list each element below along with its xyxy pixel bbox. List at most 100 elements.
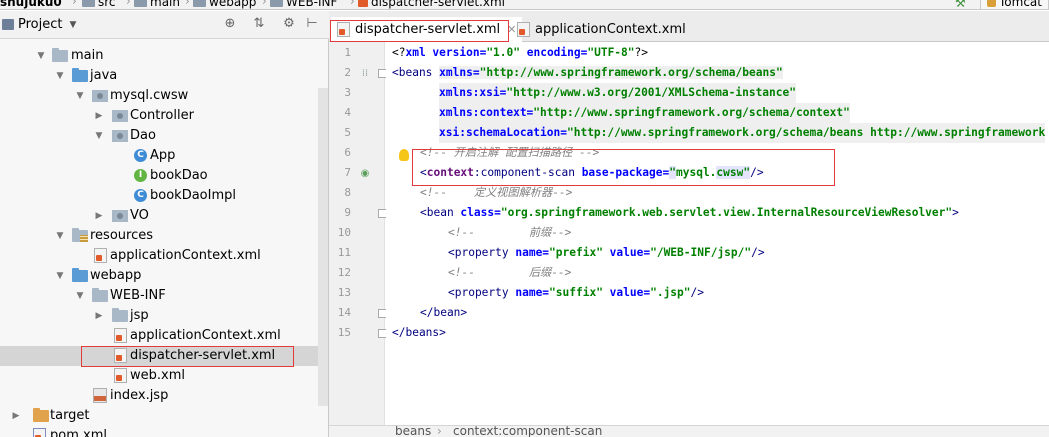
build-hammer-icon[interactable]: ⚒ [955, 0, 966, 9]
tab-applicationcontext[interactable]: applicationContext.xml [511, 17, 692, 42]
breadcrumb-project[interactable]: shujuku0 [0, 0, 62, 9]
chevron-down-icon[interactable]: ▼ [35, 46, 47, 66]
breadcrumb-src[interactable]: src [82, 0, 116, 9]
tree-node-index-jsp[interactable]: index.jsp [0, 386, 318, 406]
code-line-14: </bean> [420, 303, 467, 323]
tree-node-jsp[interactable]: ▶ jsp [0, 306, 318, 326]
token: <beans [392, 66, 440, 79]
spring-bean-gutter-icon[interactable]: ◉ [359, 168, 371, 180]
xml-path-item[interactable]: beans [395, 426, 431, 437]
token: "http://www.springframework.org/schema/b… [566, 126, 1046, 139]
line-number: 15 [337, 326, 351, 339]
token: ".jsp" [650, 286, 691, 299]
package-icon [112, 130, 128, 142]
comment-token: <!-- 开启注解 配置扫描路径 --> [420, 146, 600, 159]
breadcrumb-web-inf[interactable]: WEB-INF [270, 0, 337, 9]
tree-node-label: java [90, 68, 118, 83]
tree-node-app[interactable]: C App [0, 146, 318, 166]
class-icon: C [134, 189, 147, 202]
token: "1.0" [486, 46, 520, 59]
breadcrumb-label: src [98, 0, 116, 9]
tree-node-label: mysql.cwsw [110, 88, 189, 103]
tree-node-dao[interactable]: ▼ Dao [0, 126, 318, 146]
tree-node-vo[interactable]: ▶ VO [0, 206, 318, 226]
project-view-selector[interactable]: Project ▼ [2, 17, 76, 32]
hide-panel-icon[interactable]: ⊢ [304, 16, 320, 32]
tree-node-web-inf[interactable]: ▼ WEB-INF [0, 286, 318, 306]
xml-file-icon [358, 0, 368, 7]
chevron-down-icon[interactable]: ▼ [54, 266, 66, 286]
tree-node-java[interactable]: ▼ java [0, 66, 318, 86]
tree-node-label: resources [90, 228, 154, 243]
tree-node-main[interactable]: ▼ main [0, 46, 318, 66]
tree-node-label: WEB-INF [110, 288, 166, 303]
breadcrumb-main[interactable]: main [134, 0, 180, 9]
token: /> [751, 246, 765, 259]
chevron-down-icon[interactable]: ▼ [74, 86, 86, 106]
chevron-down-icon[interactable]: ▼ [54, 66, 66, 86]
chevron-right-icon[interactable]: ▶ [93, 206, 105, 226]
xml-path-item[interactable]: context:component-scan [453, 426, 602, 437]
line-number: 9 [344, 206, 351, 219]
breadcrumb-file[interactable]: dispatcher-servlet.xml [358, 0, 505, 9]
comment-token: <!-- 前缀--> [448, 226, 572, 239]
code-line-5: xsi:schemaLocation="http://www.springfra… [439, 123, 1046, 143]
package-icon [112, 210, 128, 222]
tab-dispatcher-servlet[interactable]: dispatcher-servlet.xml ✕ [331, 17, 523, 42]
token: value= [602, 286, 651, 299]
tree-node-web-xml[interactable]: web.xml [0, 366, 318, 386]
xml-file-icon [114, 368, 127, 383]
code-line-6: <!-- 开启注解 配置扫描路径 --> [420, 143, 599, 163]
token: class= [460, 206, 501, 219]
code-editor[interactable]: <?xml version="1.0" encoding="UTF-8"?> <… [386, 42, 1049, 425]
tree-node-pom-xml[interactable]: pom.xml [0, 426, 318, 437]
tree-node-webinf-applicationcontext[interactable]: applicationContext.xml [0, 326, 318, 346]
project-tree-scrollbar[interactable] [318, 88, 328, 406]
breadcrumb-webapp[interactable]: webapp [193, 0, 256, 9]
tree-node-dispatcher-servlet[interactable]: dispatcher-servlet.xml [0, 346, 318, 366]
token: mysql. [676, 166, 717, 179]
token: /> [750, 166, 764, 179]
tree-node-label: applicationContext.xml [110, 248, 261, 263]
chevron-down-icon[interactable]: ▼ [74, 286, 86, 306]
tree-node-resources[interactable]: ▼ resources [0, 226, 318, 246]
tree-node-webapp[interactable]: ▼ webapp [0, 266, 318, 286]
token: xmlns= [439, 66, 480, 79]
token: " [669, 166, 676, 179]
comment-token: <!-- 定义视图解析器--> [420, 186, 573, 199]
tree-node-controller[interactable]: ▶ Controller [0, 106, 318, 126]
token: name= [515, 246, 550, 259]
collapse-all-icon[interactable]: ⇅ [251, 16, 267, 32]
token: "prefix" [549, 246, 603, 259]
chevron-down-icon[interactable]: ▼ [54, 226, 66, 246]
token: "http://www.w3.org/2001/XMLSchema-instan… [506, 86, 796, 99]
tree-node-label: web.xml [130, 368, 185, 383]
locate-file-icon[interactable]: ⊕ [222, 16, 238, 32]
tree-node-bookdaoimpl[interactable]: C bookDaoImpl [0, 186, 318, 206]
line-number: 5 [344, 126, 351, 139]
line-number: 1 [344, 46, 351, 59]
tree-node-mysql-cwsw[interactable]: ▼ mysql.cwsw [0, 86, 318, 106]
chevron-down-icon[interactable]: ▼ [93, 126, 105, 146]
chevron-right-icon[interactable]: ▶ [93, 106, 105, 126]
token: xmlns:xsi= [439, 86, 507, 99]
lightbulb-icon[interactable] [399, 149, 409, 161]
gear-icon[interactable]: ⚙ [281, 16, 297, 32]
token: xmlns:context= [439, 106, 534, 119]
xml-path-separator: › [437, 425, 442, 437]
run-config-selector[interactable]: Tomcat [980, 0, 1049, 9]
chevron-right-icon[interactable]: ▶ [93, 306, 105, 326]
line-number: 14 [337, 306, 351, 319]
tree-node-label: webapp [90, 268, 142, 283]
token: "/WEB-INF/jsp/" [650, 246, 752, 259]
code-line-12: <!-- 后缀--> [448, 263, 571, 283]
tree-node-bookdao[interactable]: I bookDao [0, 166, 318, 186]
xml-file-icon [517, 22, 530, 37]
tree-node-label: index.jsp [110, 388, 169, 403]
token: "suffix" [549, 286, 603, 299]
token: base-package= [581, 166, 670, 179]
tree-node-resources-applicationcontext[interactable]: applicationContext.xml [0, 246, 318, 266]
chevron-right-icon[interactable]: ▶ [10, 406, 22, 426]
tree-node-target[interactable]: ▶ target [0, 406, 318, 426]
spring-context-icon[interactable]: ⁞⁞ [359, 68, 371, 80]
